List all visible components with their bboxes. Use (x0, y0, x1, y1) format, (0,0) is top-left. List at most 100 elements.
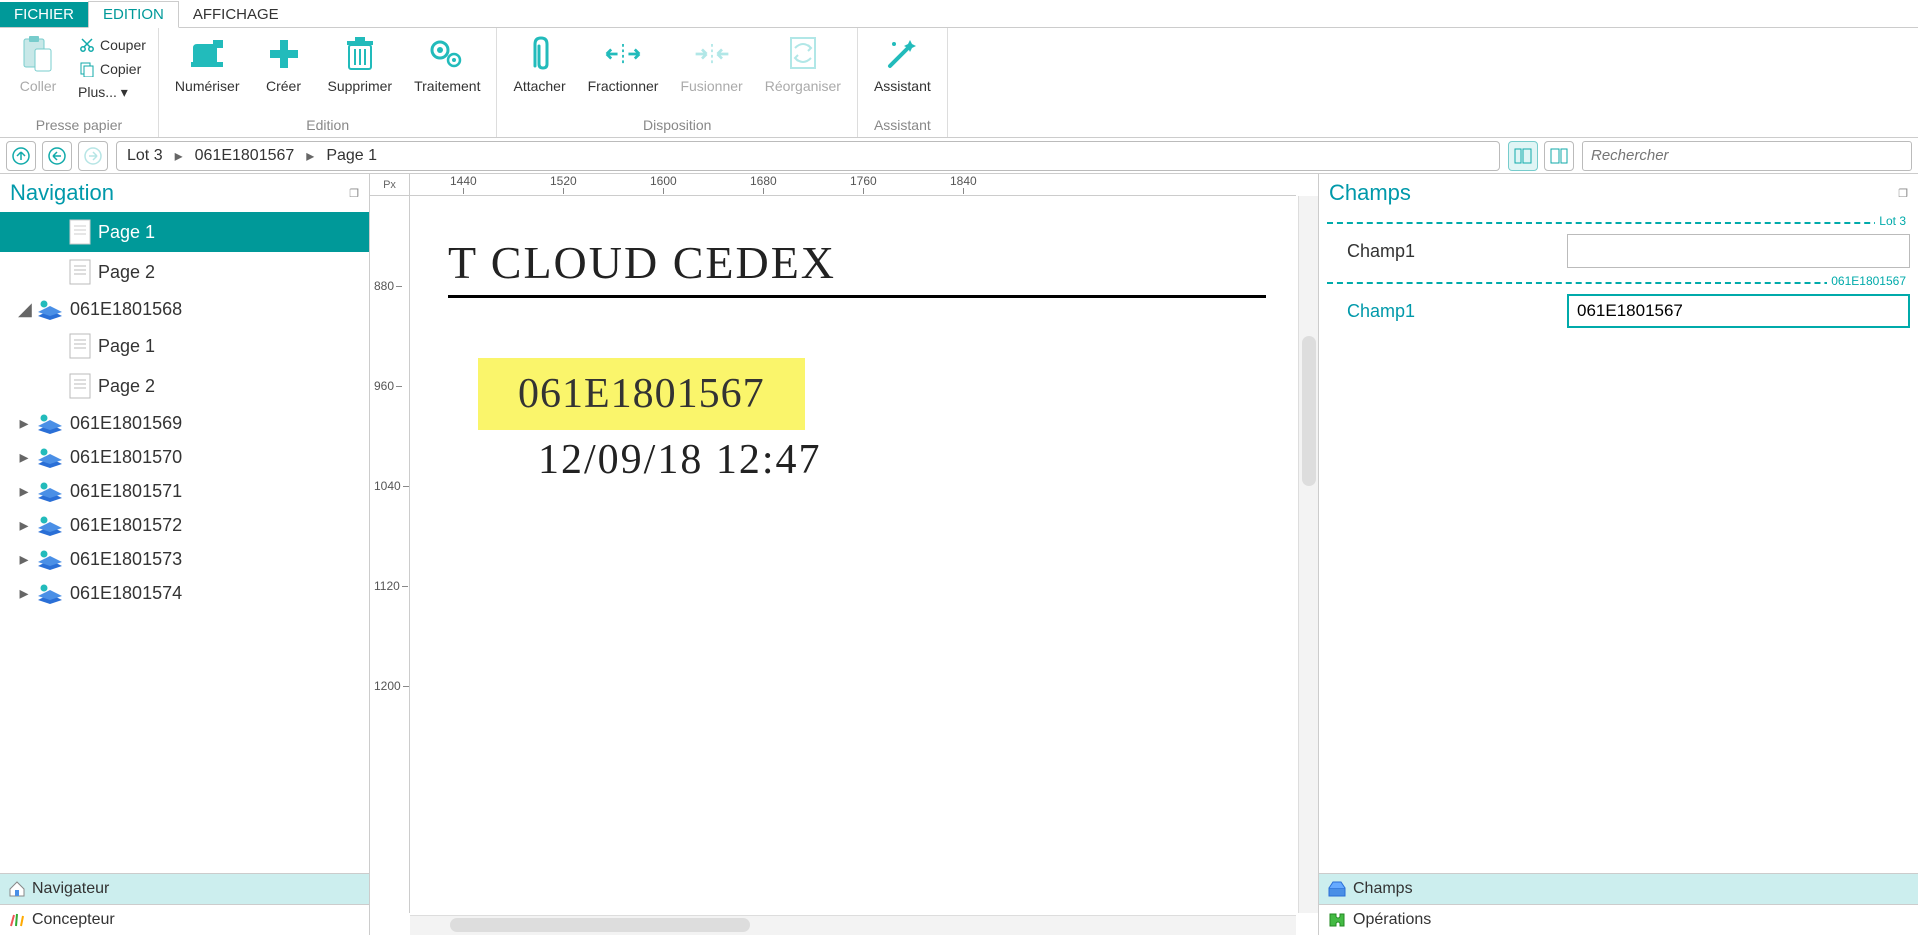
breadcrumb-doc[interactable]: 061E1801567 (195, 147, 295, 165)
search-box[interactable] (1582, 141, 1912, 171)
expander-icon[interactable]: ▸ (18, 549, 30, 570)
document-viewer: Px 1440 1520 1600 1680 1760 1840 880 960… (370, 174, 1318, 935)
clipboard-icon (18, 34, 58, 74)
fields-group-separator: 061E1801567 (1327, 282, 1910, 284)
nav-back-button[interactable] (42, 141, 72, 171)
paperclip-icon (520, 34, 560, 74)
tab-designer[interactable]: Concepteur (0, 904, 369, 935)
tree-doc[interactable]: ▸ 061E1801569 (0, 406, 369, 440)
book-icon (36, 514, 64, 536)
scrollbar-thumb[interactable] (450, 918, 750, 932)
delete-button[interactable]: Supprimer (320, 32, 401, 96)
tree-doc[interactable]: ◢ 061E1801568 (0, 292, 369, 326)
scanned-page: T CLOUD CEDEX 061E1801567 12/09/18 12:47 (428, 206, 1286, 903)
expander-icon[interactable]: ▸ (18, 413, 30, 434)
expander-icon[interactable]: ◢ (18, 299, 30, 320)
tree-doc[interactable]: ▸ 061E1801572 (0, 508, 369, 542)
reorganize-icon (783, 34, 823, 74)
tree-doc[interactable]: ▸ 061E1801574 (0, 576, 369, 610)
menu-tab-file[interactable]: FICHIER (0, 2, 88, 27)
field-label: Champ1 (1347, 301, 1547, 322)
breadcrumb[interactable]: Lot 3 ▸ 061E1801567 ▸ Page 1 (116, 141, 1500, 171)
main-area: Navigation ❐ Page 1 Page 2 ◢ 061E1801568… (0, 174, 1918, 935)
page-icon (68, 372, 92, 400)
tree-page[interactable]: Page 2 (0, 366, 369, 406)
ribbon-group-edition: Numériser Créer Supprimer Traitement Edi… (159, 28, 498, 137)
reorganize-button[interactable]: Réorganiser (757, 32, 849, 96)
merge-button[interactable]: Fusionner (672, 32, 750, 96)
attach-button[interactable]: Attacher (505, 32, 573, 96)
expander-icon[interactable]: ▸ (18, 447, 30, 468)
divider (448, 295, 1266, 298)
tab-operations[interactable]: Opérations (1319, 904, 1918, 935)
fields-panel: Champs ❐ Lot 3 Champ1 061E1801567 Champ1… (1318, 174, 1918, 935)
create-button[interactable]: Créer (254, 32, 314, 96)
paste-button[interactable]: Coller (8, 32, 68, 96)
field-input-champ1-lot[interactable] (1567, 234, 1910, 268)
tree-doc[interactable]: ▸ 061E1801570 (0, 440, 369, 474)
tree-doc[interactable]: ▸ 061E1801573 (0, 542, 369, 576)
layout-mode-1-button[interactable] (1508, 141, 1538, 171)
drawer-icon (1327, 880, 1347, 898)
nav-up-button[interactable] (6, 141, 36, 171)
clipboard-more-button[interactable]: Plus... ▾ (74, 82, 150, 103)
expander-icon[interactable]: ▸ (18, 481, 30, 502)
copy-icon (78, 60, 96, 78)
expander-icon[interactable]: ▸ (18, 583, 30, 604)
copy-button[interactable]: Copier (74, 58, 150, 80)
merge-icon (692, 34, 732, 74)
tree-doc[interactable]: ▸ 061E1801571 (0, 474, 369, 508)
book-icon (36, 446, 64, 468)
scan-button[interactable]: Numériser (167, 32, 248, 96)
tab-navigator[interactable]: Navigateur (0, 873, 369, 904)
topbar: Lot 3 ▸ 061E1801567 ▸ Page 1 (0, 138, 1918, 174)
field-input-champ1-doc[interactable] (1567, 294, 1910, 328)
scissors-icon (78, 36, 96, 54)
page-icon (68, 258, 92, 286)
tree-page[interactable]: Page 1 (0, 212, 369, 252)
layout-mode-2-button[interactable] (1544, 141, 1574, 171)
horizontal-scrollbar[interactable] (410, 915, 1296, 935)
panel-pin-icon[interactable]: ❐ (1898, 187, 1908, 200)
field-row: Champ1 (1347, 234, 1910, 268)
vertical-scrollbar[interactable] (1298, 196, 1318, 913)
ruler-unit-label: Px (370, 174, 410, 196)
ribbon-group-layout: Attacher Fractionner Fusionner Réorganis… (497, 28, 857, 137)
tab-fields[interactable]: Champs (1319, 873, 1918, 904)
expander-icon[interactable]: ▸ (18, 515, 30, 536)
fields-group-separator: Lot 3 (1327, 222, 1910, 224)
doc-title-text: T CLOUD CEDEX (448, 236, 1266, 289)
nav-forward-button[interactable] (78, 141, 108, 171)
ribbon: Coller Couper Copier Plus... ▾ Presse pa… (0, 28, 1918, 138)
assistant-button[interactable]: Assistant (866, 32, 939, 96)
chevron-right-icon: ▸ (306, 146, 314, 166)
tree-page[interactable]: Page 1 (0, 326, 369, 366)
trash-icon (340, 34, 380, 74)
menu-tab-affichage[interactable]: AFFICHAGE (179, 2, 293, 27)
chevron-right-icon: ▸ (175, 146, 183, 166)
split-button[interactable]: Fractionner (580, 32, 667, 96)
breadcrumb-page[interactable]: Page 1 (326, 147, 377, 165)
page-canvas[interactable]: T CLOUD CEDEX 061E1801567 12/09/18 12:47 (410, 196, 1296, 913)
process-button[interactable]: Traitement (406, 32, 488, 96)
tree-page[interactable]: Page 2 (0, 252, 369, 292)
ocr-highlight-field[interactable]: 061E1801567 (478, 358, 805, 430)
navigator-title: Navigation ❐ (0, 174, 369, 212)
menu-tab-edition[interactable]: EDITION (88, 1, 179, 28)
page-icon (68, 218, 92, 246)
cut-button[interactable]: Couper (74, 34, 150, 56)
scanner-icon (187, 34, 227, 74)
menu-tabs: FICHIER EDITION AFFICHAGE (0, 0, 1918, 28)
wand-icon (882, 34, 922, 74)
gears-icon (427, 34, 467, 74)
scrollbar-thumb[interactable] (1302, 336, 1316, 486)
book-icon (36, 298, 64, 320)
split-icon (603, 34, 643, 74)
panel-pin-icon[interactable]: ❐ (349, 187, 359, 200)
book-icon (36, 548, 64, 570)
ribbon-group-clipboard: Coller Couper Copier Plus... ▾ Presse pa… (0, 28, 159, 137)
breadcrumb-lot[interactable]: Lot 3 (127, 147, 163, 165)
book-icon (36, 582, 64, 604)
search-input[interactable] (1591, 147, 1903, 164)
field-label: Champ1 (1347, 241, 1547, 262)
